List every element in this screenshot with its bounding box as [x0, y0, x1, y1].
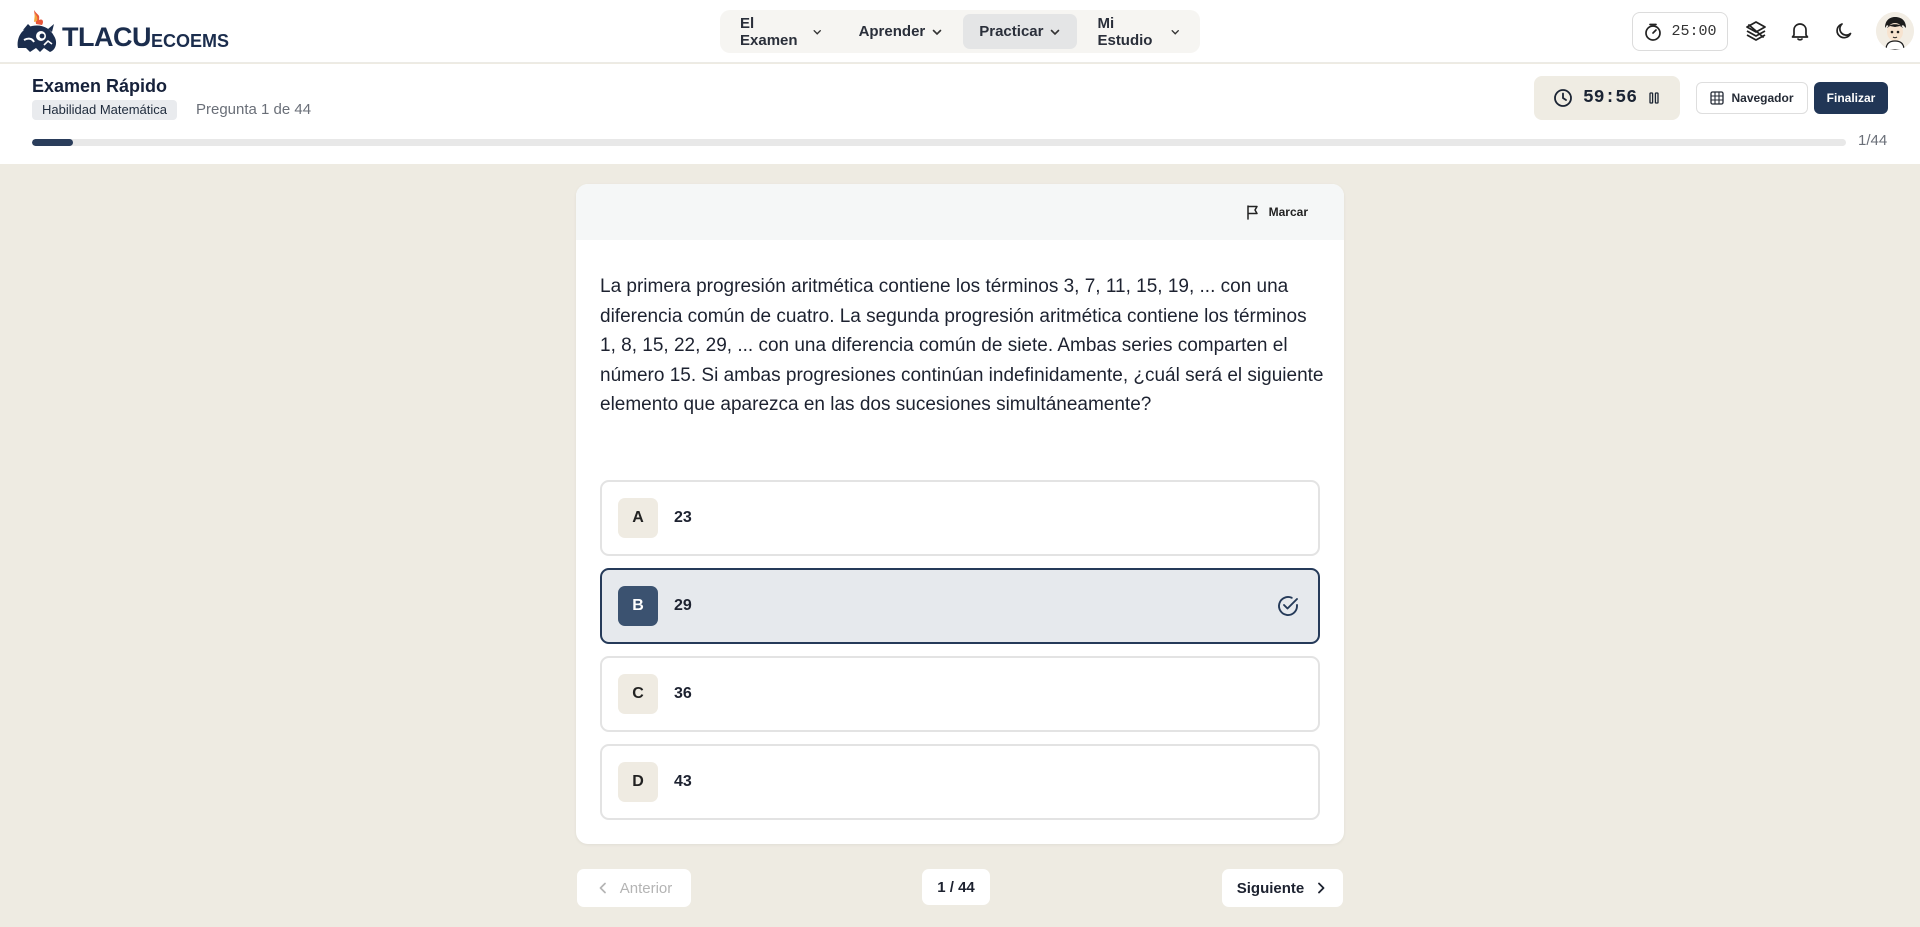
mark-question-button[interactable]: Marcar — [1245, 204, 1308, 220]
check-circle-icon — [1278, 596, 1298, 616]
exam-title: Examen Rápido — [32, 76, 168, 96]
user-avatar-icon — [1876, 12, 1914, 50]
option-text: 36 — [674, 685, 692, 702]
answer-option-b[interactable]: B 29 — [600, 568, 1320, 644]
answer-option-c[interactable]: C 36 — [600, 656, 1320, 732]
grid-icon — [1710, 91, 1725, 105]
brand-name-main: TLACU — [62, 22, 151, 52]
answer-option-d[interactable]: D 43 — [600, 744, 1320, 820]
chevron-down-icon — [813, 29, 822, 35]
previous-button[interactable]: Anterior — [577, 869, 691, 907]
finish-button[interactable]: Finalizar — [1814, 82, 1888, 114]
notifications-button[interactable] — [1786, 17, 1814, 45]
navigator-button[interactable]: Navegador — [1696, 82, 1808, 114]
brand-name: TLACU ECOEMS — [62, 24, 229, 54]
brand-name-sub: ECOEMS — [150, 31, 229, 51]
flag-icon — [1246, 205, 1258, 220]
chevron-down-icon — [1051, 29, 1060, 35]
answer-option-a[interactable]: A 23 — [600, 480, 1320, 556]
progress-label: 1/44 — [1858, 132, 1888, 149]
exam-progress-bar — [32, 139, 1846, 146]
countdown-time: 59:56 — [1582, 88, 1637, 108]
menu-label: Mi Estudio — [1097, 14, 1153, 49]
mascot-logo-icon — [17, 10, 57, 52]
top-navigation: TLACU ECOEMS El Examen Aprender Practica… — [0, 0, 1920, 63]
option-text: 43 — [674, 773, 692, 790]
menu-mi-estudio[interactable]: Mi Estudio — [1081, 14, 1196, 49]
main-menu: El Examen Aprender Practicar Mi Estudio — [720, 10, 1200, 53]
layers-icon — [1746, 21, 1766, 41]
pause-icon — [1649, 92, 1659, 104]
menu-label: Aprender — [858, 23, 926, 40]
clock-icon — [1554, 89, 1572, 107]
option-letter: B — [618, 586, 658, 626]
menu-label: Practicar — [979, 23, 1044, 40]
question-count: Pregunta 1 de 44 — [196, 101, 312, 118]
timer-icon — [1645, 23, 1662, 41]
page-indicator: 1 / 44 — [922, 869, 990, 905]
menu-el-examen[interactable]: El Examen — [724, 14, 839, 49]
mark-label: Marcar — [1268, 205, 1308, 219]
next-button[interactable]: Siguiente — [1222, 869, 1343, 907]
option-letter: C — [618, 674, 658, 714]
exam-countdown: 59:56 — [1534, 76, 1680, 120]
option-text: 23 — [674, 509, 692, 526]
previous-label: Anterior — [619, 879, 673, 897]
avatar[interactable] — [1876, 12, 1914, 50]
chevron-right-icon — [1318, 882, 1325, 894]
pause-button[interactable] — [1647, 91, 1661, 105]
option-letter: A — [618, 498, 658, 538]
chevron-down-icon — [932, 29, 942, 35]
navigator-label: Navegador — [1731, 91, 1794, 105]
bell-icon — [1791, 23, 1809, 41]
option-letter: D — [618, 762, 658, 802]
menu-aprender[interactable]: Aprender — [843, 14, 960, 49]
pomodoro-time: 25:00 — [1671, 23, 1717, 40]
next-label: Siguiente — [1236, 879, 1305, 897]
exam-progress-fill — [32, 139, 74, 146]
question-text: La primera progresión aritmética contien… — [600, 276, 1324, 415]
moon-icon — [1836, 23, 1852, 39]
exam-header: Examen Rápido Habilidad Matemática Pregu… — [0, 64, 1920, 164]
study-tools-button[interactable] — [1742, 17, 1770, 45]
question-card: Marcar La primera progresión aritmética … — [576, 184, 1344, 844]
dark-mode-toggle[interactable] — [1830, 17, 1858, 45]
menu-label: El Examen — [740, 14, 798, 49]
chevron-down-icon — [1171, 29, 1179, 35]
subject-badge: Habilidad Matemática — [32, 100, 178, 120]
question-card-header: Marcar — [576, 184, 1344, 240]
option-text: 29 — [674, 597, 692, 614]
pomodoro-timer-button[interactable]: 25:00 — [1632, 12, 1728, 51]
brand-logo[interactable]: TLACU ECOEMS — [14, 8, 229, 54]
menu-practicar[interactable]: Practicar — [963, 14, 1078, 49]
chevron-left-icon — [599, 882, 606, 894]
